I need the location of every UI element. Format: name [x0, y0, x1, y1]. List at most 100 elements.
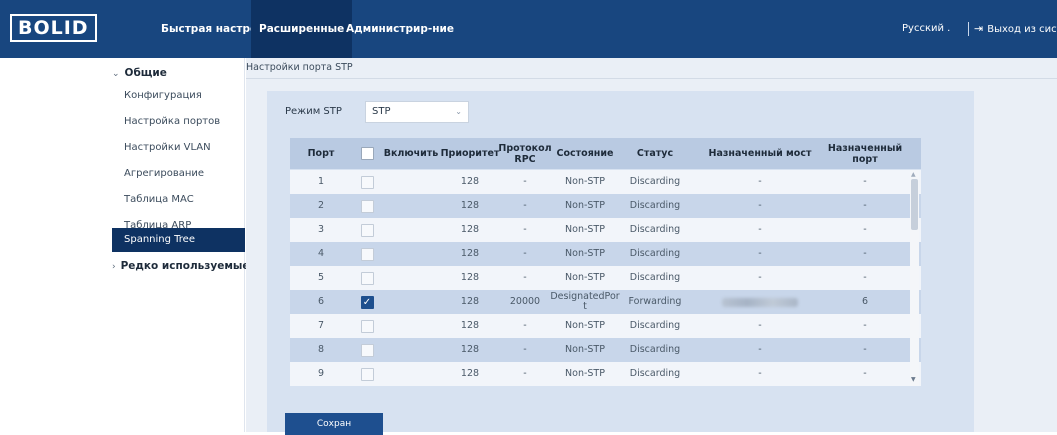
cell-priority: 128	[460, 272, 480, 283]
sidebar-group-label: Общие	[124, 67, 167, 79]
cell-bridge: -	[758, 272, 762, 283]
language-selector[interactable]: Русский .	[902, 0, 950, 58]
cell-dport: -	[863, 200, 867, 211]
sidebar-item-aggregation[interactable]: Агрегирование	[112, 162, 245, 186]
sidebar-group-rarely-used[interactable]: › Редко используемые	[112, 260, 250, 272]
stp-mode-value: STP	[372, 106, 391, 117]
cell-state: Non-STP	[565, 344, 605, 355]
table-header: Порт Включить Приоритет Протокол RPC Сос…	[290, 138, 921, 169]
sidebar-group-general[interactable]: ⌄ Общие	[112, 67, 167, 79]
cell-port: 1	[317, 176, 325, 187]
cell-status: Discarding	[629, 272, 681, 283]
cell-status: Discarding	[629, 176, 681, 187]
scroll-down-icon[interactable]: ▼	[911, 376, 916, 383]
enable-checkbox[interactable]	[360, 175, 374, 189]
table-row: 9 128 - Non-STP Discarding - -	[290, 362, 921, 386]
cell-dport: -	[863, 344, 867, 355]
cell-port: 4	[317, 248, 325, 259]
cell-state: Non-STP	[565, 200, 605, 211]
cell-state: Non-STP	[565, 224, 605, 235]
cell-bridge: -	[758, 176, 762, 187]
sidebar-item-mac-table[interactable]: Таблица MAC	[112, 188, 245, 212]
sidebar-item-spanning-tree[interactable]: Spanning Tree	[112, 228, 245, 252]
enable-checkbox[interactable]	[360, 247, 374, 261]
cell-bridge: -	[758, 200, 762, 211]
enable-checkbox[interactable]: ✓	[360, 295, 374, 309]
cell-port: 7	[317, 320, 325, 331]
cell-bridge: -	[758, 224, 762, 235]
cell-port: 3	[317, 224, 325, 235]
cell-status: Forwarding	[628, 296, 682, 307]
enable-checkbox[interactable]	[360, 367, 374, 381]
cell-dport: -	[863, 272, 867, 283]
chevron-down-icon: ⌄	[455, 107, 462, 116]
sidebar: ⌄ Общие Конфигурация Настройка портов Нас…	[0, 58, 250, 432]
enable-checkbox[interactable]	[360, 223, 374, 237]
cell-enable	[352, 170, 382, 194]
cell-enable	[352, 362, 382, 386]
enable-checkbox[interactable]	[360, 319, 374, 333]
col-rpc: Протокол RPC	[498, 142, 552, 165]
stp-mode-select[interactable]: STP ⌄	[365, 101, 469, 123]
cell-dport: -	[863, 320, 867, 331]
tab-administration[interactable]: Администрир-ние	[338, 0, 462, 58]
cell-rpc: -	[523, 224, 527, 235]
cell-priority: 128	[460, 224, 480, 235]
cell-priority: 128	[460, 296, 480, 307]
col-state: Состояние	[556, 148, 614, 159]
col-enable: Включить	[383, 148, 439, 159]
cell-status: Discarding	[629, 368, 681, 379]
cell-state: Non-STP	[565, 320, 605, 331]
cell-priority: 128	[460, 368, 480, 379]
cell-state: Non-STP	[565, 248, 605, 259]
cell-status: Discarding	[629, 320, 681, 331]
table-row: 7 128 - Non-STP Discarding - -	[290, 314, 921, 338]
tab-underline	[246, 78, 1057, 79]
cell-dport: 6	[861, 296, 869, 307]
cell-enable	[352, 266, 382, 290]
enable-checkbox[interactable]	[360, 343, 374, 357]
cell-state: Non-STP	[565, 176, 605, 187]
cell-priority: 128	[460, 200, 480, 211]
scrollbar-thumb[interactable]	[911, 179, 918, 230]
cell-rpc: -	[523, 272, 527, 283]
table-row: 5 128 - Non-STP Discarding - -	[290, 266, 921, 290]
tab-stp-port-settings[interactable]: Настройки порта STP	[246, 58, 359, 78]
cell-bridge: -	[758, 320, 762, 331]
table-row: 4 128 - Non-STP Discarding - -	[290, 242, 921, 266]
sidebar-item-port-settings[interactable]: Настройка портов	[112, 110, 245, 134]
cell-port: 8	[317, 344, 325, 355]
enable-checkbox[interactable]	[360, 199, 374, 213]
redacted-value	[722, 297, 798, 307]
cell-bridge: -	[758, 248, 762, 259]
table-row: 6 ✓ 128 20000 DesignatedPor t Forwarding 6	[290, 290, 921, 314]
sidebar-item-vlan[interactable]: Настройки VLAN	[112, 136, 245, 160]
cell-enable	[352, 338, 382, 362]
col-status: Статус	[636, 148, 674, 159]
header-divider	[968, 22, 969, 36]
settings-panel: Режим STP STP ⌄ Порт Включить Приоритет …	[267, 91, 974, 435]
enable-checkbox[interactable]	[360, 271, 374, 285]
main-content: Настройки порта STP Режим STP STP ⌄ Порт…	[246, 58, 1057, 435]
select-all-checkbox[interactable]	[360, 147, 374, 160]
col-designated-port: Назначенный порт	[827, 142, 903, 165]
logout-button[interactable]: ⇥Выход из системы	[974, 0, 1057, 58]
scroll-up-icon[interactable]: ▲	[911, 171, 916, 178]
cell-priority: 128	[460, 344, 480, 355]
cell-priority: 128	[460, 248, 480, 259]
cell-rpc: -	[523, 368, 527, 379]
cell-status: Discarding	[629, 344, 681, 355]
stp-mode-label: Режим STP	[285, 106, 342, 117]
cell-priority: 128	[460, 320, 480, 331]
cell-dport: -	[863, 176, 867, 187]
cell-dport: -	[863, 368, 867, 379]
sidebar-item-configuration[interactable]: Конфигурация	[112, 84, 245, 108]
table-row: 8 128 - Non-STP Discarding - -	[290, 338, 921, 362]
cell-rpc: -	[523, 200, 527, 211]
col-select-all[interactable]	[352, 138, 382, 169]
brand-logo: BOLID	[10, 14, 97, 42]
logout-label: Выход из системы	[987, 24, 1057, 35]
cell-dport: -	[863, 248, 867, 259]
cell-rpc: -	[523, 176, 527, 187]
cell-bridge: -	[758, 368, 762, 379]
